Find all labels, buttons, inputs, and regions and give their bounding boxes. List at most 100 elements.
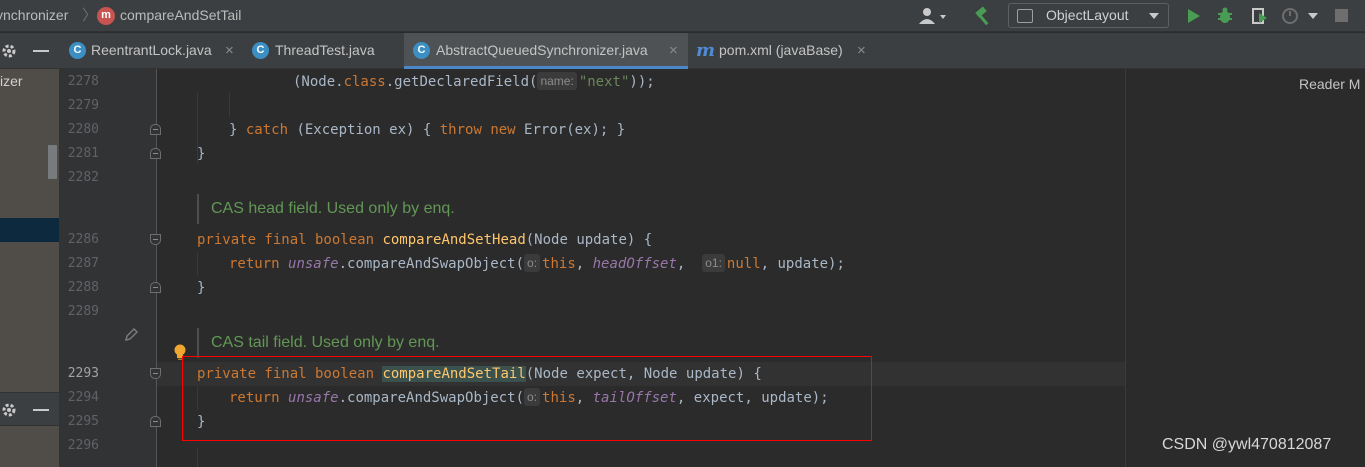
method-name-token-highlighted: compareAndSetTail	[382, 366, 526, 382]
pencil-icon[interactable]	[124, 328, 138, 342]
code-line-2280[interactable]: } catch (Exception ex) { throw new Error…	[229, 118, 625, 142]
keyword-token: this	[542, 256, 576, 272]
project-toolbar	[0, 33, 59, 69]
fold-marker[interactable]	[150, 124, 161, 135]
editor-tabs: C ReentrantLock.java × C ThreadTest.java…	[59, 33, 1365, 69]
line-number: 2287	[67, 256, 99, 271]
keyword-token: new	[490, 122, 516, 138]
project-tree-item[interactable]: izer	[0, 71, 23, 91]
class-icon: C	[413, 42, 430, 59]
project-scrollbar[interactable]	[48, 145, 57, 179]
chevron-down-icon	[1149, 13, 1159, 19]
gear-icon[interactable]	[0, 401, 18, 419]
fold-marker[interactable]	[150, 416, 161, 427]
minimize-icon[interactable]	[33, 50, 49, 52]
code-line-2278[interactable]: (Node.class.getDeclaredField(name: "next"…	[293, 70, 655, 94]
parameter-hint: o:	[524, 388, 541, 406]
tab-pom-xml[interactable]: m pom.xml (javaBase) ×	[688, 33, 878, 69]
tab-label: AbstractQueuedSynchronizer.java	[436, 42, 648, 58]
keyword-token: this	[542, 390, 576, 406]
parameter-hint: o:	[524, 254, 541, 272]
indent-guide	[197, 386, 198, 410]
line-number: 2279	[67, 98, 99, 113]
keyword-token: catch	[245, 122, 289, 138]
user-icon[interactable]	[918, 7, 948, 25]
code-token: .compareAndSwapObject(	[338, 390, 525, 406]
code-token: .getDeclaredField(	[385, 74, 538, 90]
keyword-token: return	[229, 390, 280, 406]
structure-toolbar	[0, 392, 59, 426]
fold-marker[interactable]	[150, 148, 161, 159]
code-line-2286[interactable]: private final boolean compareAndSetHead(…	[197, 228, 652, 252]
line-number: 2295	[67, 414, 99, 429]
stop-icon[interactable]	[1335, 9, 1348, 22]
tab-threadtest[interactable]: C ThreadTest.java	[244, 33, 404, 69]
keyword-token: return	[229, 256, 280, 272]
close-icon[interactable]: ×	[857, 33, 866, 69]
line-number: 2288	[67, 280, 99, 295]
project-tool-window: izer	[0, 33, 59, 467]
application-icon	[1017, 9, 1033, 23]
code-token: }	[229, 122, 246, 138]
gear-icon[interactable]	[0, 42, 18, 60]
keyword-token: private final boolean	[197, 232, 375, 248]
code-line-2287[interactable]: return unsafe.compareAndSwapObject(o: thi…	[229, 252, 845, 276]
code-token: (Node update) {	[525, 232, 653, 248]
line-number: 2280	[67, 122, 99, 137]
code-token: (Exception ex) {	[288, 122, 440, 138]
tab-reentrantlock[interactable]: C ReentrantLock.java ×	[59, 33, 244, 69]
field-token: headOffset	[592, 256, 677, 272]
code-token: ,	[575, 390, 593, 406]
minimize-icon[interactable]	[33, 409, 49, 411]
close-icon[interactable]: ×	[669, 33, 678, 69]
line-number: 2286	[67, 232, 99, 247]
code-line-2281[interactable]: }	[197, 142, 205, 166]
parameter-hint: name:	[537, 72, 577, 90]
fold-marker[interactable]	[150, 368, 161, 379]
breadcrumb-class[interactable]: ynchronizer	[0, 0, 68, 32]
rendered-javadoc[interactable]: CAS tail field. Used only by enq.	[197, 328, 1097, 358]
line-number: 2282	[67, 170, 99, 185]
line-number: 2294	[67, 390, 99, 405]
fold-marker[interactable]	[150, 282, 161, 293]
line-number: 2281	[67, 146, 99, 161]
keyword-token: throw	[439, 122, 482, 138]
line-number: 2296	[67, 438, 99, 453]
code-token: ,	[676, 256, 703, 272]
project-tree-selection[interactable]	[0, 218, 59, 242]
navigation-bar: ynchronizer 〉 m compareAndSetTail Object…	[0, 0, 1365, 32]
indent-guide	[197, 252, 198, 276]
reader-mode-toggle[interactable]: Reader M	[1299, 76, 1360, 92]
keyword-token: private final boolean	[197, 366, 375, 382]
profiler-icon[interactable]	[1281, 6, 1301, 26]
field-token: unsafe	[288, 390, 339, 406]
build-hammer-icon[interactable]	[972, 5, 994, 27]
run-icon[interactable]	[1183, 6, 1203, 26]
maven-icon: m	[696, 40, 716, 61]
code-line-2293[interactable]: private final boolean compareAndSetTail(…	[197, 362, 762, 386]
parameter-hint: o1:	[702, 254, 725, 272]
code-token: , update);	[760, 256, 845, 272]
field-token: unsafe	[288, 256, 339, 272]
coverage-icon[interactable]	[1250, 6, 1270, 26]
line-number: 2278	[67, 74, 99, 89]
close-icon[interactable]: ×	[225, 33, 234, 69]
code-line-2288[interactable]: }	[197, 276, 205, 300]
tab-abstractqueuedsynchronizer[interactable]: C AbstractQueuedSynchronizer.java ×	[404, 33, 688, 69]
code-token: Error(ex); }	[515, 122, 626, 138]
more-run-options-icon[interactable]	[1308, 13, 1318, 19]
code-token: (Node expect, Node update) {	[525, 366, 762, 382]
keyword-token: null	[726, 256, 761, 272]
code-token: .compareAndSwapObject(	[338, 256, 525, 272]
breadcrumb-method[interactable]: compareAndSetTail	[120, 0, 241, 32]
code-line-2294[interactable]: return unsafe.compareAndSwapObject(o: thi…	[229, 386, 829, 410]
fold-marker[interactable]	[150, 234, 161, 245]
indent-guide	[229, 93, 230, 117]
run-configuration-select[interactable]: ObjectLayout	[1008, 3, 1169, 28]
code-line-2295[interactable]: }	[197, 410, 205, 434]
line-number: 2289	[67, 304, 99, 319]
debug-icon[interactable]	[1215, 6, 1235, 26]
rendered-javadoc[interactable]: CAS head field. Used only by enq.	[197, 194, 1097, 224]
lightbulb-icon[interactable]	[173, 343, 187, 361]
